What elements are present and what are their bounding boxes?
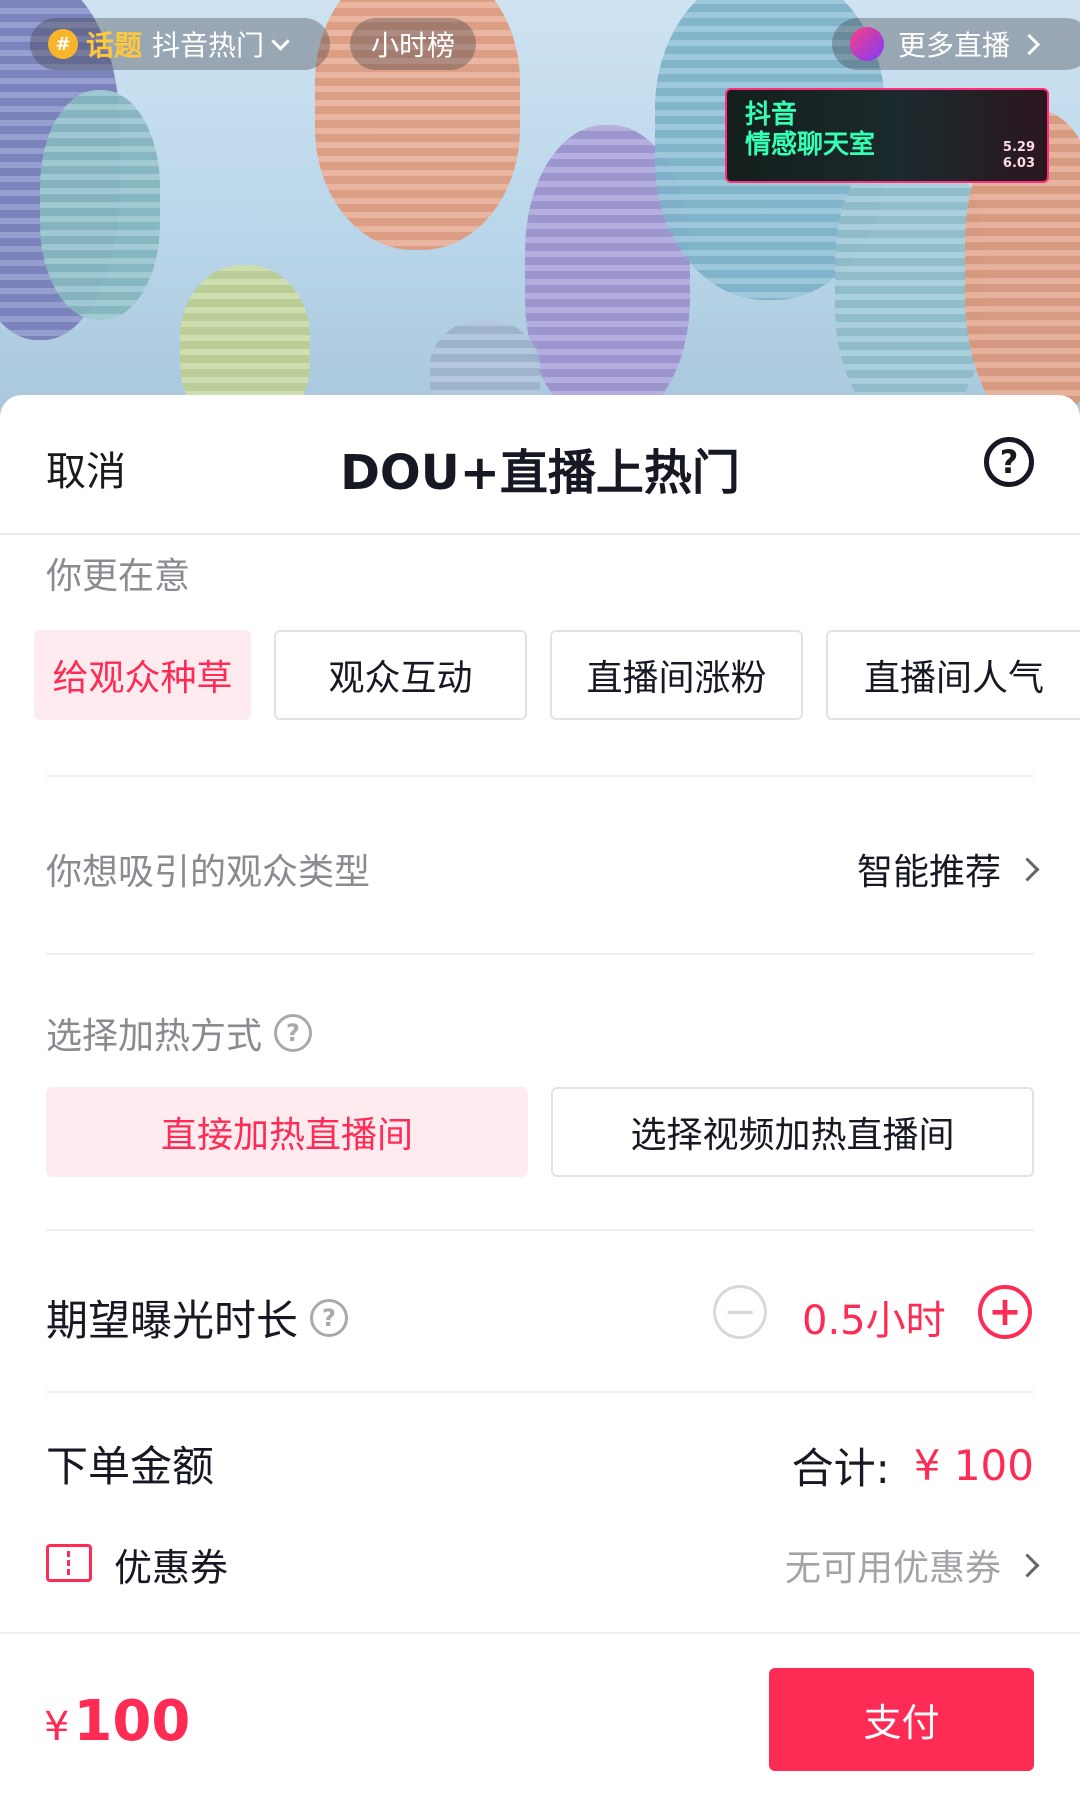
more-live-label: 更多直播: [898, 29, 1011, 62]
duration-label: 期望曝光时长: [46, 1296, 299, 1345]
goal-label: 你更在意: [46, 556, 191, 597]
order-total: 合计: ¥ 100: [792, 1435, 1034, 1496]
help-icon[interactable]: ?: [310, 1298, 349, 1337]
banner-title-line2: 情感聊天室: [745, 130, 876, 160]
divider: [46, 1391, 1034, 1393]
topic-name: 抖音热门: [152, 29, 265, 62]
goal-option-popularity[interactable]: 直播间人气: [826, 630, 1080, 720]
audience-label: 你想吸引的观众类型: [46, 852, 371, 893]
lantern-decoration: [40, 90, 160, 320]
goal-option-seed[interactable]: 给观众种草: [34, 630, 251, 720]
order-label: 下单金额: [46, 1442, 215, 1491]
banner-date-start: 5.29: [1002, 140, 1035, 155]
duration-decrease-button[interactable]: −: [713, 1285, 767, 1339]
help-icon[interactable]: ?: [274, 1014, 313, 1052]
chevron-right-icon: [1015, 1552, 1040, 1578]
coupon-icon: [46, 1544, 92, 1582]
hashtag-icon: #: [48, 29, 78, 59]
sheet-header: 取消 DOU+直播上热门 ?: [0, 395, 1080, 535]
more-live-button[interactable]: 更多直播: [832, 18, 1080, 70]
divider: [46, 775, 1034, 777]
audience-value: 智能推荐: [856, 852, 1001, 893]
duration-label-row: 期望曝光时长 ?: [46, 1287, 349, 1348]
divider: [46, 1229, 1034, 1231]
payment-footer: ¥100 支付: [0, 1632, 1080, 1803]
duration-increase-button[interactable]: +: [978, 1285, 1032, 1339]
banner-date: 5.29 6.03: [1003, 140, 1035, 172]
goal-option-followers[interactable]: 直播间涨粉: [550, 630, 803, 720]
question-circle-icon[interactable]: ?: [984, 437, 1034, 487]
chevron-right-icon: [1015, 856, 1040, 882]
boost-option-direct[interactable]: 直接加热直播间: [46, 1087, 528, 1177]
boost-mode-label: 选择加热方式: [46, 1016, 263, 1057]
chevron-right-icon: [1018, 33, 1041, 55]
live-stream-background: # 话题 抖音热门 小时榜 更多直播 抖音 情感聊天室 5.29 6.03: [0, 0, 1080, 420]
hour-rank-chip[interactable]: 小时榜: [350, 18, 476, 70]
planet-icon: [850, 27, 884, 61]
order-total-label: 合计:: [791, 1444, 890, 1493]
chevron-down-icon: [271, 31, 290, 51]
coupon-value: 无可用优惠券: [784, 1548, 1001, 1589]
goal-option-interaction[interactable]: 观众互动: [274, 630, 527, 720]
coupon-selector[interactable]: 无可用优惠券: [784, 1539, 1040, 1591]
topic-chip[interactable]: # 话题 抖音热门: [30, 18, 330, 70]
currency-symbol: ¥: [44, 1704, 70, 1750]
footer-amount: 100: [73, 1689, 191, 1754]
topic-label: 话题: [86, 29, 143, 62]
duration-value: 0.5小时: [802, 1298, 946, 1344]
banner-title-line1: 抖音: [745, 100, 798, 130]
coupon-label: 优惠券: [114, 1546, 229, 1590]
divider: [46, 953, 1034, 955]
order-total-value: ¥ 100: [913, 1441, 1034, 1490]
hour-rank-label: 小时榜: [370, 29, 455, 62]
footer-price: ¥100: [44, 1689, 190, 1754]
sheet-title: DOU+直播上热门: [340, 445, 740, 501]
dou-plus-sheet: 取消 DOU+直播上热门 ? 你更在意 给观众种草 观众互动 直播间涨粉 直播间…: [0, 395, 1080, 1801]
boost-mode-label-row: 选择加热方式 ?: [46, 1007, 313, 1059]
promo-banner[interactable]: 抖音 情感聊天室 5.29 6.03: [725, 88, 1049, 183]
boost-option-video[interactable]: 选择视频加热直播间: [551, 1087, 1034, 1177]
audience-selector[interactable]: 智能推荐: [856, 843, 1040, 895]
pay-button[interactable]: 支付: [769, 1668, 1034, 1771]
banner-date-end: 6.03: [1002, 156, 1035, 171]
